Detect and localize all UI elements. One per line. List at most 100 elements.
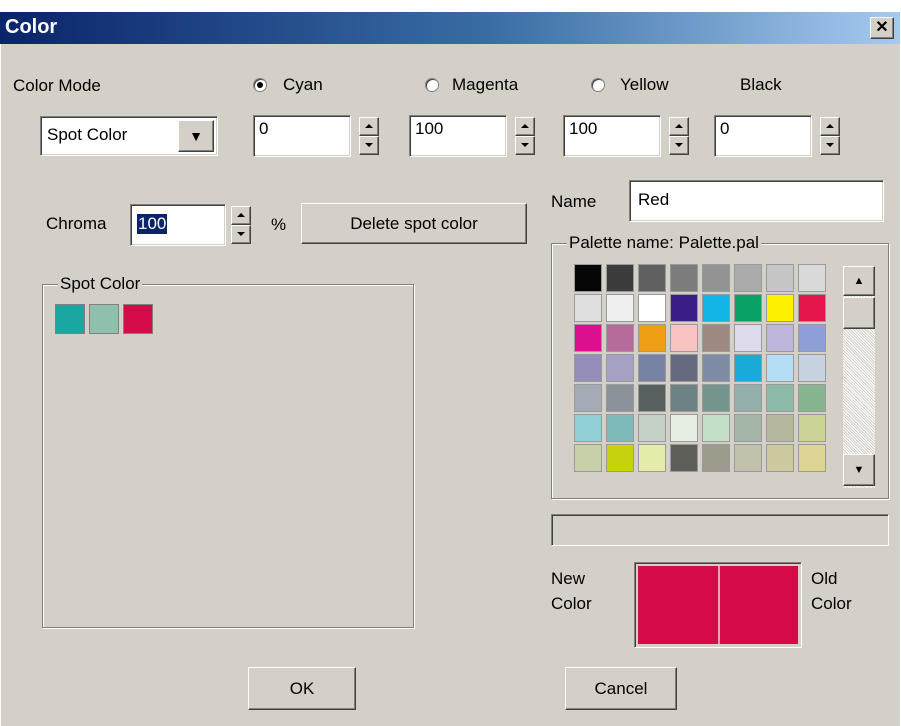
palette-cell[interactable] [702, 324, 730, 352]
palette-cell[interactable] [798, 384, 826, 412]
black-input[interactable]: 0 [714, 115, 812, 157]
palette-cell[interactable] [606, 264, 634, 292]
palette-cell[interactable] [798, 354, 826, 382]
spot-swatch[interactable] [123, 304, 153, 334]
palette-cell[interactable] [798, 324, 826, 352]
cyan-step-down[interactable] [359, 136, 379, 155]
color-mode-select[interactable]: Spot Color ▼ [40, 116, 218, 156]
palette-cell[interactable] [574, 294, 602, 322]
palette-cell[interactable] [702, 354, 730, 382]
yellow-value: 100 [569, 119, 598, 138]
yellow-step-up[interactable] [669, 117, 689, 136]
palette-cell[interactable] [766, 354, 794, 382]
scroll-up-button[interactable]: ▲ [843, 266, 875, 296]
palette-cell[interactable] [702, 384, 730, 412]
palette-cell[interactable] [606, 354, 634, 382]
chroma-input[interactable]: 100 [130, 204, 226, 246]
palette-cell[interactable] [574, 354, 602, 382]
yellow-stepper[interactable] [669, 117, 689, 155]
palette-cell[interactable] [702, 444, 730, 472]
palette-cell[interactable] [574, 384, 602, 412]
palette-cell[interactable] [606, 324, 634, 352]
arrow-up-icon [521, 124, 529, 128]
yellow-step-down[interactable] [669, 136, 689, 155]
palette-cell[interactable] [702, 414, 730, 442]
palette-cell[interactable] [798, 264, 826, 292]
palette-cell[interactable] [702, 294, 730, 322]
delete-spot-color-button[interactable]: Delete spot color [301, 203, 527, 244]
chroma-stepper[interactable] [231, 206, 251, 244]
palette-cell[interactable] [574, 444, 602, 472]
cyan-input[interactable]: 0 [253, 115, 351, 157]
spot-swatch[interactable] [55, 304, 85, 334]
black-step-down[interactable] [820, 136, 840, 155]
close-button[interactable]: ✕ [870, 17, 894, 39]
palette-cell[interactable] [766, 264, 794, 292]
black-step-up[interactable] [820, 117, 840, 136]
scroll-down-button[interactable]: ▼ [843, 454, 875, 486]
palette-cell[interactable] [670, 324, 698, 352]
palette-cell[interactable] [606, 414, 634, 442]
yellow-radio[interactable] [591, 78, 605, 92]
palette-cell[interactable] [734, 264, 762, 292]
cancel-button[interactable]: Cancel [565, 667, 677, 710]
palette-cell[interactable] [606, 294, 634, 322]
palette-cell[interactable] [638, 294, 666, 322]
black-stepper[interactable] [820, 117, 840, 155]
yellow-input[interactable]: 100 [563, 115, 661, 157]
title-bar[interactable]: Color ✕ [0, 12, 900, 44]
palette-cell[interactable] [638, 384, 666, 412]
palette-cell[interactable] [638, 414, 666, 442]
palette-cell[interactable] [670, 354, 698, 382]
palette-cell[interactable] [670, 414, 698, 442]
palette-cell[interactable] [702, 264, 730, 292]
magenta-step-up[interactable] [515, 117, 535, 136]
cyan-radio[interactable] [253, 78, 267, 92]
cancel-label: Cancel [594, 679, 648, 698]
palette-cell[interactable] [670, 384, 698, 412]
window-title: Color [5, 16, 58, 38]
palette-cell[interactable] [670, 444, 698, 472]
palette-cell[interactable] [638, 354, 666, 382]
spot-swatch[interactable] [89, 304, 119, 334]
palette-cell[interactable] [766, 294, 794, 322]
palette-cell[interactable] [638, 264, 666, 292]
palette-cell[interactable] [766, 444, 794, 472]
palette-cell[interactable] [670, 294, 698, 322]
magenta-value: 100 [415, 119, 444, 138]
arrow-up-icon: ▲ [853, 275, 865, 287]
magenta-stepper[interactable] [515, 117, 535, 155]
chroma-step-up[interactable] [231, 206, 251, 225]
magenta-step-down[interactable] [515, 136, 535, 155]
palette-cell[interactable] [798, 444, 826, 472]
palette-cell[interactable] [766, 384, 794, 412]
palette-cell[interactable] [606, 384, 634, 412]
palette-cell[interactable] [734, 324, 762, 352]
scroll-thumb[interactable] [843, 297, 875, 329]
name-input[interactable]: Red [629, 180, 884, 222]
palette-cell[interactable] [734, 294, 762, 322]
palette-cell[interactable] [766, 414, 794, 442]
magenta-input[interactable]: 100 [409, 115, 507, 157]
palette-cell[interactable] [638, 324, 666, 352]
palette-cell[interactable] [574, 324, 602, 352]
magenta-radio[interactable] [425, 78, 439, 92]
ok-button[interactable]: OK [248, 667, 356, 710]
palette-cell[interactable] [766, 324, 794, 352]
palette-cell[interactable] [734, 414, 762, 442]
cyan-step-up[interactable] [359, 117, 379, 136]
palette-cell[interactable] [798, 294, 826, 322]
palette-cell[interactable] [606, 444, 634, 472]
palette-cell[interactable] [734, 444, 762, 472]
palette-cell[interactable] [670, 264, 698, 292]
chroma-step-down[interactable] [231, 225, 251, 244]
radio-selected-dot [257, 82, 263, 88]
palette-cell[interactable] [574, 264, 602, 292]
palette-cell[interactable] [798, 414, 826, 442]
dropdown-button[interactable]: ▼ [178, 120, 214, 152]
cyan-stepper[interactable] [359, 117, 379, 155]
palette-cell[interactable] [574, 414, 602, 442]
palette-cell[interactable] [734, 354, 762, 382]
palette-cell[interactable] [638, 444, 666, 472]
palette-cell[interactable] [734, 384, 762, 412]
